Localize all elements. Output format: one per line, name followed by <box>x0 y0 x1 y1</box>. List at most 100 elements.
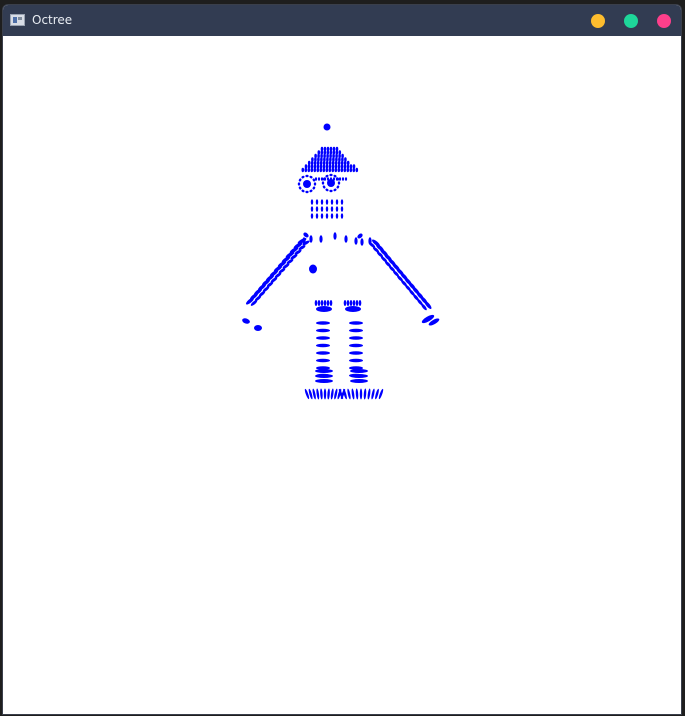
neck-point <box>335 199 339 205</box>
neck-point <box>335 213 339 219</box>
close-button[interactable] <box>657 14 671 28</box>
left-leg-point <box>316 343 330 348</box>
face-point <box>298 186 302 190</box>
right-leg-point <box>349 351 363 355</box>
minimize-button[interactable] <box>591 14 605 28</box>
octree-point-cloud <box>242 123 440 400</box>
right-foot-point <box>350 374 368 378</box>
face-point <box>309 189 313 193</box>
left-foot-point <box>315 374 333 378</box>
torso-point <box>344 235 348 243</box>
hip-point <box>329 300 333 306</box>
face-point <box>323 177 327 181</box>
face-point <box>305 190 309 194</box>
head-point <box>307 167 311 173</box>
left-foot-point <box>315 369 333 373</box>
neck-point <box>310 199 314 205</box>
right-foot-point <box>350 369 368 373</box>
neck-point <box>320 213 324 219</box>
neck-point <box>340 213 344 219</box>
hip-point <box>343 300 347 306</box>
head-point <box>325 167 329 173</box>
face-point <box>321 181 325 185</box>
left-foot-point <box>330 388 334 400</box>
neck-point <box>315 206 319 212</box>
face-point <box>326 177 330 181</box>
head-point <box>313 167 317 173</box>
hip-point <box>349 300 353 306</box>
app-window-icon <box>10 14 25 26</box>
right-foot-point <box>347 388 351 400</box>
window-title: Octree <box>32 13 73 27</box>
hip-point <box>355 300 359 306</box>
neck-point <box>325 199 329 205</box>
face-point <box>301 189 305 193</box>
right-leg-point <box>349 336 363 340</box>
face-point <box>333 188 337 192</box>
left-leg-point <box>316 358 330 363</box>
hip-point <box>314 300 318 306</box>
neck-point <box>330 199 334 205</box>
render-canvas[interactable] <box>3 36 681 714</box>
hip-point <box>346 300 350 306</box>
right-foot-point <box>355 388 359 400</box>
face-point <box>312 186 316 190</box>
left-foot-point <box>315 379 333 383</box>
face-point <box>329 177 333 181</box>
head-point <box>316 167 320 173</box>
left-leg-point <box>316 336 330 340</box>
face-point <box>298 178 302 182</box>
face-point <box>313 182 317 186</box>
head-point <box>352 167 356 173</box>
right-foot-point <box>351 388 355 400</box>
head-point <box>355 167 359 173</box>
neck-point <box>325 206 329 212</box>
right-leg-point <box>349 358 363 363</box>
face-point <box>297 182 301 186</box>
head-point <box>337 167 341 173</box>
left-leg-point <box>316 328 330 333</box>
neck-point <box>330 213 334 219</box>
torso-center-point <box>309 264 317 274</box>
face-point <box>314 177 318 181</box>
face-point <box>329 173 333 177</box>
hip-point <box>317 300 321 306</box>
right-leg-point <box>349 328 363 333</box>
neck-point <box>320 199 324 205</box>
hip-point <box>352 300 356 306</box>
torso-point <box>319 235 323 243</box>
hip-point <box>323 300 327 306</box>
hip-point <box>316 306 332 312</box>
left-foot-point <box>312 388 316 400</box>
right-foot-point <box>371 388 375 400</box>
neck-point <box>340 206 344 212</box>
head-point <box>334 167 338 173</box>
face-point <box>320 177 324 181</box>
head-point <box>328 167 332 173</box>
right-foot-point <box>350 379 368 383</box>
face-point <box>338 177 342 181</box>
hip-point <box>345 306 361 312</box>
torso-point <box>354 237 358 245</box>
head-point <box>349 167 353 173</box>
face-point <box>344 177 348 181</box>
head-point <box>340 167 344 173</box>
maximize-button[interactable] <box>624 14 638 28</box>
neck-point <box>320 206 324 212</box>
face-point <box>332 177 336 181</box>
title-bar[interactable]: Octree <box>3 5 681 36</box>
app-window: Octree <box>2 4 682 715</box>
face-point <box>301 175 305 179</box>
left-leg-point <box>316 351 330 355</box>
torso-point <box>309 235 313 243</box>
right-foot-point <box>367 388 371 400</box>
neck-point <box>325 213 329 219</box>
face-point <box>305 174 309 178</box>
neck-point <box>315 213 319 219</box>
left-foot-point <box>316 388 320 400</box>
face-point <box>322 185 326 189</box>
head-top-point <box>323 123 331 131</box>
left-hand-point <box>254 325 262 331</box>
face-point <box>336 185 340 189</box>
neck-point <box>310 206 314 212</box>
